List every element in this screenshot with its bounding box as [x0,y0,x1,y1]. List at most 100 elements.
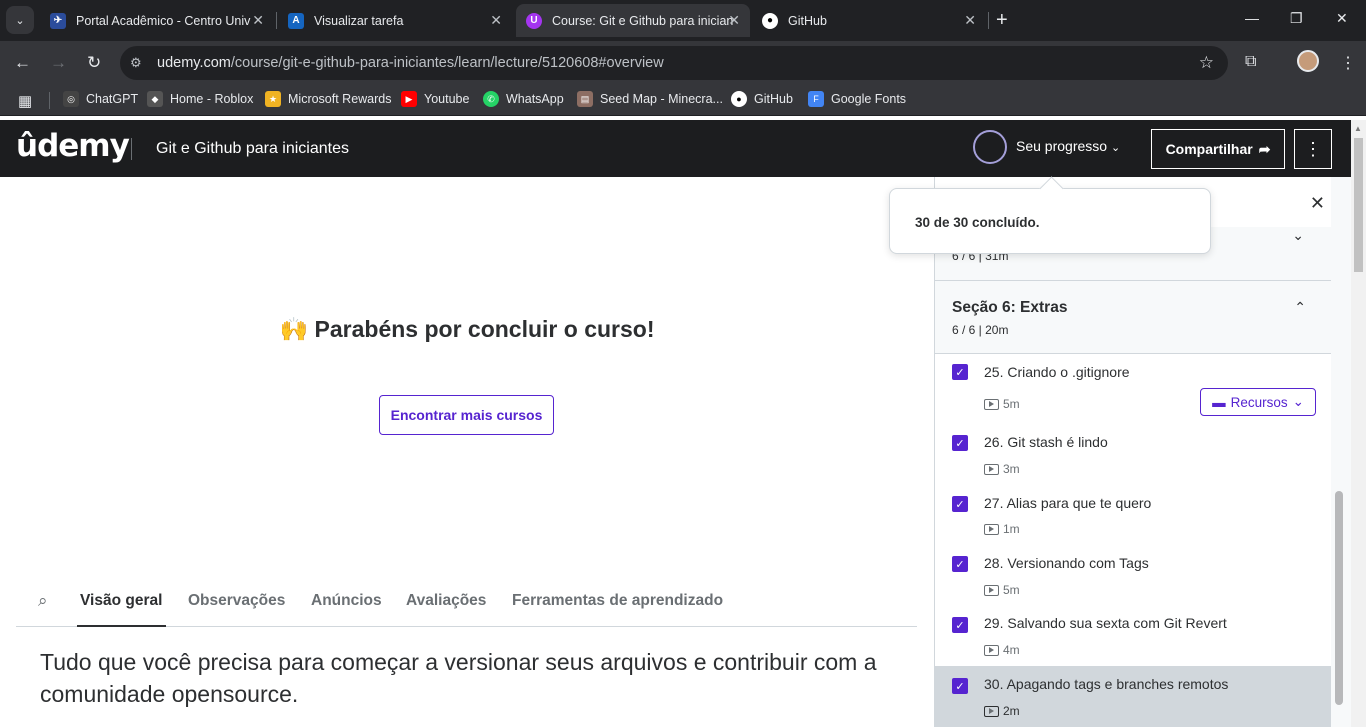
address-bar[interactable]: ⚙ udemy.com/course/git-e-github-para-ini… [120,46,1228,80]
chevron-down-icon: ⌄ [1292,394,1304,409]
back-icon[interactable]: ← [14,53,31,73]
lecture-item[interactable]: ✓ 25. Criando o .gitignore 5m ▬ Recursos ⌄ [935,354,1331,425]
lecture-item[interactable]: ✓ 29. Salvando sua sexta com Git Revert … [935,605,1331,666]
lecture-duration: 4m [984,643,1020,657]
lecture-title: 28. Versionando com Tags [984,555,1149,571]
main-content: 🙌 Parabéns por concluir o curso! Encontr… [0,177,934,727]
duration-text: 2m [1003,704,1020,718]
lecture-item[interactable]: ✓ 28. Versionando com Tags 5m [935,545,1331,605]
extensions-icon[interactable]: ⧉ [1245,53,1256,71]
profile-avatar[interactable] [1297,50,1319,72]
share-arrow-icon: ➦ [1258,140,1271,157]
bookmark-chatgpt[interactable]: ◎ ChatGPT [63,91,138,107]
close-tab-icon[interactable]: ✕ [728,12,740,29]
bookmark-github[interactable]: ● GitHub [731,91,793,107]
scroll-up-icon[interactable]: ▲ [1354,124,1362,133]
bookmark-seedmap[interactable]: ▤ Seed Map - Minecra... [577,91,723,107]
roblox-icon: ◆ [147,91,163,107]
apps-grid-icon[interactable]: ▦ [18,92,32,110]
completed-checkbox[interactable]: ✓ [952,496,968,512]
lecture-title: 27. Alias para que te quero [984,495,1152,511]
tab-announcements[interactable]: Anúncios [311,592,382,610]
close-tab-icon[interactable]: ✕ [964,12,976,29]
bookmark-google-fonts[interactable]: F Google Fonts [808,91,906,107]
bookmark-whatsapp[interactable]: ✆ WhatsApp [483,91,564,107]
browser-toolbar: ← → ↻ ⚙ udemy.com/course/git-e-github-pa… [0,41,1366,85]
page-scrollbar[interactable]: ▲ [1351,120,1366,727]
completed-checkbox[interactable]: ✓ [952,617,968,633]
tab-search-button[interactable]: ⌄ [6,6,34,34]
close-sidebar-icon[interactable]: ✕ [1310,193,1325,214]
browser-tab-strip: ⌄ ✈ Portal Acadêmico - Centro Univ ✕ A V… [0,0,1366,41]
restore-icon[interactable]: ❐ [1290,10,1303,27]
bookmark-youtube[interactable]: ▶ Youtube [401,91,469,107]
lecture-title: 26. Git stash é lindo [984,434,1108,450]
video-icon [984,398,999,410]
vertical-dots-icon: ⋮ [1304,138,1322,159]
progress-summary: 30 de 30 concluído. [915,215,1040,230]
chatgpt-icon: ◎ [63,91,79,107]
course-title[interactable]: Git e Github para iniciantes [156,140,349,158]
section-meta: 6 / 6 | 20m [952,323,1009,337]
browser-tab-tarefa[interactable]: A Visualizar tarefa ✕ [278,4,512,37]
google-fonts-icon: F [808,91,824,107]
completed-checkbox[interactable]: ✓ [952,364,968,380]
close-window-icon[interactable]: ✕ [1336,10,1348,27]
tarefa-favicon-icon: A [288,12,304,29]
section-6-header[interactable]: Seção 6: Extras ⌃ 6 / 6 | 20m [935,281,1331,354]
more-options-button[interactable]: ⋮ [1294,129,1332,169]
youtube-icon: ▶ [401,91,417,107]
site-info-icon[interactable]: ⚙ [130,55,148,71]
duration-text: 5m [1003,583,1020,597]
forward-icon[interactable]: → [50,53,67,73]
browser-menu-icon[interactable]: ⋮ [1340,53,1356,73]
tab-reviews[interactable]: Avaliações [406,592,486,610]
header-divider [131,138,132,160]
completed-checkbox[interactable]: ✓ [952,678,968,694]
github-favicon-icon: ● [762,12,778,29]
completed-checkbox[interactable]: ✓ [952,556,968,572]
seedmap-icon: ▤ [577,91,593,107]
tab-learning-tools[interactable]: Ferramentas de aprendizado [512,592,723,610]
bookmark-label: Youtube [424,92,470,106]
share-button[interactable]: Compartilhar ➦ [1151,129,1285,169]
browser-tab-github[interactable]: ● GitHub ✕ [752,4,986,37]
lecture-title: 29. Salvando sua sexta com Git Revert [984,615,1227,631]
bookmarks-bar: ▦ ◎ ChatGPT ◆ Home - Roblox ★ Microsoft Rew… [0,85,1366,116]
section-title: Seção 6: Extras [952,299,1068,316]
bookmark-roblox[interactable]: ◆ Home - Roblox [147,91,253,107]
bookmark-star-icon[interactable]: ☆ [1199,53,1214,73]
lecture-duration: 3m [984,462,1020,476]
browser-tab-udemy[interactable]: U Course: Git e Github para inician ✕ [516,4,750,37]
new-tab-icon[interactable]: + [996,9,1008,32]
video-icon [984,463,999,475]
tab-overview[interactable]: Visão geral [76,592,167,627]
close-tab-icon[interactable]: ✕ [252,12,264,29]
lecture-item[interactable]: ✓ 27. Alias para que te quero 1m [935,485,1331,545]
page-scroll-thumb[interactable] [1354,138,1363,272]
whatsapp-icon: ✆ [483,91,499,107]
lecture-item[interactable]: ✓ 26. Git stash é lindo 3m [935,425,1331,485]
folder-icon: ▬ [1212,394,1226,410]
find-more-courses-button[interactable]: Encontrar mais cursos [379,395,554,435]
completed-checkbox[interactable]: ✓ [952,435,968,451]
bookmark-rewards[interactable]: ★ Microsoft Rewards [265,91,392,107]
lecture-title: 25. Criando o .gitignore [984,364,1130,380]
resources-label: Recursos [1230,394,1288,410]
tab-notes[interactable]: Observações [188,592,285,610]
close-tab-icon[interactable]: ✕ [490,12,502,29]
bookmark-label: WhatsApp [506,92,564,106]
udemy-logo[interactable]: ûdemy [16,128,130,164]
minimize-icon[interactable]: — [1245,10,1259,26]
sidebar-scrollbar[interactable] [1331,177,1351,727]
search-icon[interactable]: ⌕ [38,591,48,611]
lecture-item-current[interactable]: ✓ 30. Apagando tags e branches remotos 2… [935,666,1331,727]
bookmark-label: Google Fonts [831,92,907,106]
sidebar-scroll-thumb[interactable] [1335,491,1343,705]
reload-icon[interactable]: ↻ [87,53,101,73]
resources-button[interactable]: ▬ Recursos ⌄ [1200,388,1316,416]
progress-dropdown[interactable]: Seu progresso ⌄ [1016,138,1120,154]
progress-ring-icon[interactable] [973,130,1007,164]
browser-tab-portal[interactable]: ✈ Portal Acadêmico - Centro Univ ✕ [40,4,274,37]
course-description: Tudo que você precisa para começar a ver… [40,649,877,707]
